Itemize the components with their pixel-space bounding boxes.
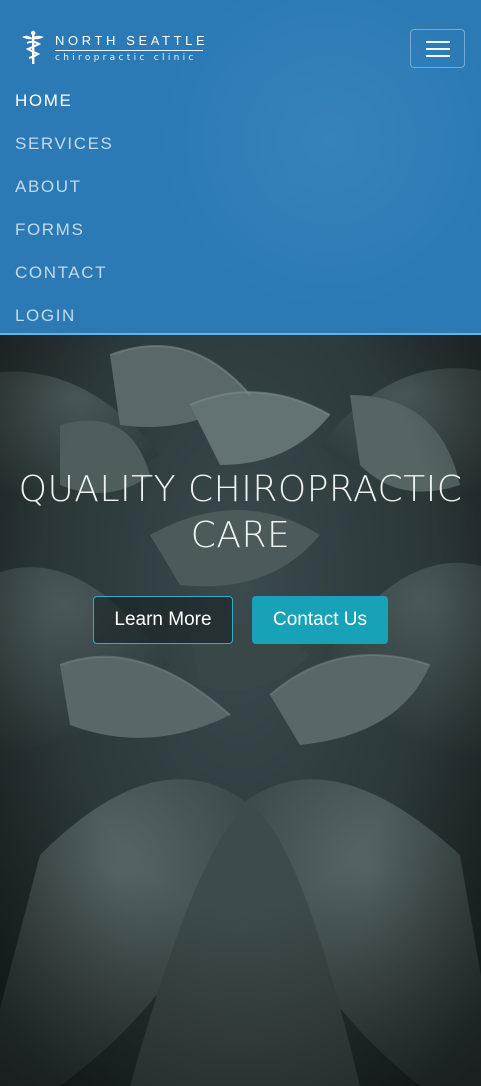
nav-item-about[interactable]: ABOUT xyxy=(15,177,82,197)
hamburger-menu-icon xyxy=(426,41,450,43)
caduceus-icon xyxy=(19,30,47,66)
hero-title: QUALITY CHIROPRACTIC CARE xyxy=(0,467,481,559)
contact-us-button[interactable]: Contact Us xyxy=(252,596,388,644)
nav-item-forms[interactable]: FORMS xyxy=(15,220,84,240)
brand-logo[interactable]: NORTH SEATTLE chiropractic clinic xyxy=(19,30,209,66)
hero-title-line1: QUALITY CHIROPRACTIC xyxy=(18,469,463,510)
brand-divider xyxy=(55,49,203,51)
nav-menu: HOME SERVICES ABOUT FORMS CONTACT LOGIN xyxy=(15,79,113,333)
navbar: NORTH SEATTLE chiropractic clinic HOME S… xyxy=(0,0,481,335)
brand-name-line2: chiropractic clinic xyxy=(55,52,197,63)
succulent-background-image xyxy=(0,335,481,1086)
hero-section: QUALITY CHIROPRACTIC CARE Learn More Con… xyxy=(0,335,481,1086)
nav-item-home[interactable]: HOME xyxy=(15,91,72,111)
nav-item-contact[interactable]: CONTACT xyxy=(15,263,107,283)
hero-title-line2: CARE xyxy=(190,515,291,556)
nav-item-services[interactable]: SERVICES xyxy=(15,134,113,154)
nav-item-login[interactable]: LOGIN xyxy=(15,306,76,326)
learn-more-button[interactable]: Learn More xyxy=(93,596,233,644)
brand-name-line1: NORTH SEATTLE xyxy=(55,32,209,48)
nav-toggle-button[interactable] xyxy=(410,29,465,68)
